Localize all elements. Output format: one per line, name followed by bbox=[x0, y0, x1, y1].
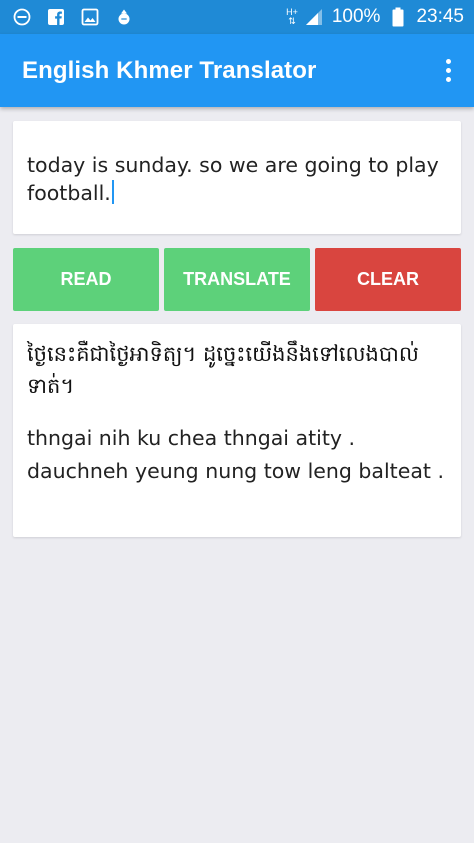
clock: 23:45 bbox=[416, 6, 464, 27]
output-card: ថ្ងៃនេះគឺជាថ្ងៃអាទិត្យ។ ដូច្នេះយើងនឹងទៅល… bbox=[13, 324, 461, 537]
romanized-translation: thngai nih ku chea thngai atity . dauchn… bbox=[27, 426, 444, 483]
more-vert-icon[interactable] bbox=[438, 56, 458, 86]
status-right: H+ ⇅ 100% 23:45 bbox=[286, 6, 464, 28]
input-text: today is sunday. so we are going to play… bbox=[27, 153, 439, 205]
action-buttons: READ TRANSLATE CLEAR bbox=[13, 248, 461, 311]
status-left-icons bbox=[12, 7, 134, 27]
khmer-translation: ថ្ងៃនេះគឺជាថ្ងៃអាទិត្យ។ ដូច្នេះយើងនឹងទៅល… bbox=[27, 342, 419, 398]
battery-icon bbox=[388, 7, 408, 27]
english-input[interactable]: today is sunday. so we are going to play… bbox=[27, 151, 447, 207]
network-type: H+ ⇅ bbox=[286, 7, 298, 26]
text-cursor bbox=[111, 180, 114, 204]
input-card[interactable]: today is sunday. so we are going to play… bbox=[13, 121, 461, 234]
battery-percent: 100% bbox=[331, 6, 381, 27]
read-button[interactable]: READ bbox=[13, 248, 159, 311]
notification-icon bbox=[114, 7, 134, 27]
image-icon bbox=[80, 7, 100, 27]
signal-icon bbox=[304, 7, 324, 27]
translate-button[interactable]: TRANSLATE bbox=[164, 248, 310, 311]
app-title: English Khmer Translator bbox=[22, 56, 317, 84]
minus-circle-icon bbox=[12, 7, 32, 27]
clear-button[interactable]: CLEAR bbox=[315, 248, 461, 311]
app-bar: English Khmer Translator bbox=[0, 34, 474, 107]
status-bar: H+ ⇅ 100% 23:45 bbox=[0, 0, 474, 34]
facebook-icon bbox=[46, 7, 66, 27]
